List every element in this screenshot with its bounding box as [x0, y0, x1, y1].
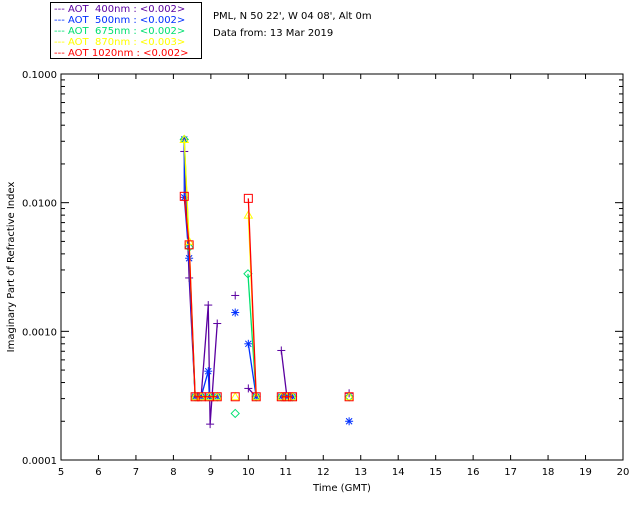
y-tick-label: 0.1000 — [22, 70, 57, 81]
asterisk-marker — [244, 339, 253, 348]
y-tick-label: 0.0001 — [22, 456, 57, 467]
x-tick-label: 11 — [279, 467, 292, 478]
x-tick-label: 20 — [617, 467, 630, 478]
x-tick-label: 6 — [95, 467, 101, 478]
plus-marker — [231, 291, 240, 300]
plus-marker — [206, 420, 215, 429]
asterisk-marker — [204, 367, 213, 376]
plus-marker — [277, 346, 286, 355]
y-tick-label: 0.0100 — [22, 199, 57, 210]
x-tick-label: 10 — [242, 467, 255, 478]
plot: 5 6 7 8 9 10 11 12 13 14 15 16 17 18 19 20 0.1000 0.0100 0… — [6, 70, 630, 494]
x-tick-label: 14 — [392, 467, 405, 478]
plus-marker — [213, 319, 222, 328]
plus-marker — [185, 273, 194, 282]
diamond-marker — [230, 408, 240, 419]
x-axis-label: Time (GMT) — [312, 483, 371, 494]
x-tick-label: 7 — [133, 467, 139, 478]
x-tick-label: 17 — [504, 467, 517, 478]
x-tick-label: 5 — [58, 467, 64, 478]
series-line — [280, 350, 293, 398]
asterisk-marker — [345, 417, 354, 426]
asterisk-marker — [231, 308, 240, 317]
x-tick-label: 15 — [429, 467, 442, 478]
series-line — [183, 139, 218, 398]
triangle-marker — [230, 391, 241, 401]
y-axis-label: Imaginary Part of Refractive Index — [6, 182, 17, 353]
x-tick-label: 16 — [467, 467, 480, 478]
chart-window: --- AOT 400nm : <0.002> --- AOT 500nm : <… — [0, 0, 640, 512]
x-tick-label: 18 — [542, 467, 555, 478]
plus-marker — [204, 301, 213, 310]
plot-frame — [60, 73, 624, 461]
series-line — [183, 196, 218, 398]
marker-shape — [230, 408, 240, 419]
x-tick-label: 8 — [170, 467, 176, 478]
x-tick-label: 19 — [579, 467, 592, 478]
marker-shape — [230, 391, 241, 401]
x-tick-label: 9 — [208, 467, 214, 478]
y-tick-label: 0.0010 — [22, 327, 57, 338]
x-tick-label: 12 — [317, 467, 330, 478]
x-tick-label: 13 — [354, 467, 367, 478]
